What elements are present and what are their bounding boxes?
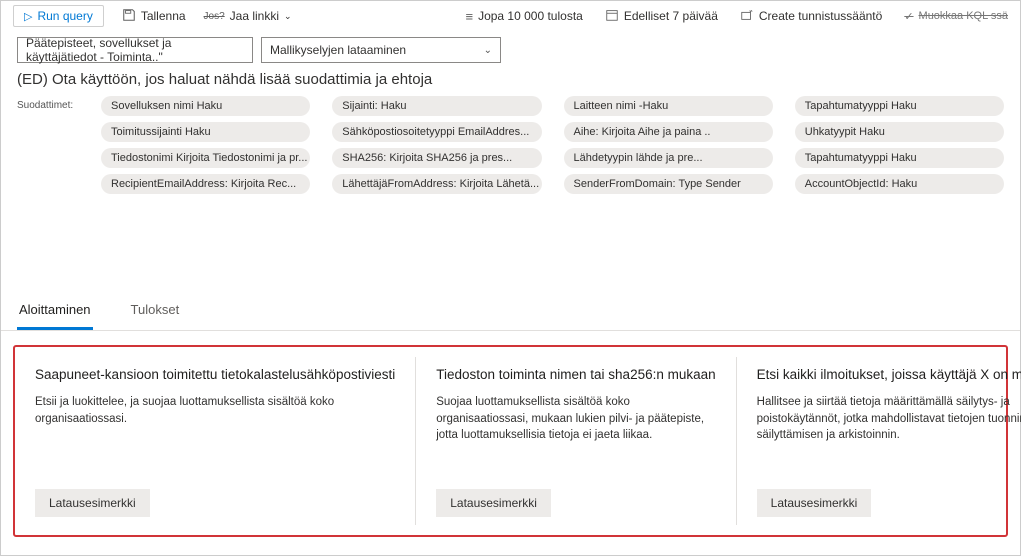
check-icon: ✓ [904,10,913,23]
filter-pill[interactable]: SHA256: Kirjoita SHA256 ja pres... [332,148,541,168]
load-sample-button[interactable]: Latausesimerkki [757,489,872,517]
subtitle-text: (ED) Ota käyttöön, jos haluat nähdä lisä… [1,67,1020,94]
tabs-bar: Aloittaminen Tulokset [1,292,1020,331]
template-select[interactable]: Mallikyselyjen lataaminen ⌄ [261,37,501,63]
filter-pill[interactable]: Sovelluksen nimi Haku [101,96,310,116]
filter-pill[interactable]: Tiedostonimi Kirjoita Tiedostonimi ja pr… [101,148,310,168]
load-sample-button[interactable]: Latausesimerkki [436,489,551,517]
run-query-button[interactable]: ▷ Run query [13,5,104,27]
filter-pill[interactable]: Aihe: Kirjoita Aihe ja paina .. [564,122,773,142]
filter-pill[interactable]: Tapahtumatyyppi Haku [795,148,1004,168]
load-sample-button[interactable]: Latausesimerkki [35,489,150,517]
create-rule-label: Create tunnistussääntö [759,9,882,23]
save-button[interactable]: Tallenna [122,8,186,25]
list-icon: ≡ [465,9,473,24]
sample-card: Etsi kaikki ilmoitukset, joissa käyttäjä… [737,357,1021,525]
card-desc: Etsii ja luokittelee, ja suojaa luottamu… [35,394,395,452]
filters-grid: Suodattimet: Sovelluksen nimi Haku Sijai… [1,94,1020,202]
card-title: Saapuneet-kansioon toimitettu tietokalas… [35,367,395,382]
tab-label: Aloittaminen [19,302,91,317]
share-q-label: Jos? [204,11,225,22]
save-icon [122,8,136,25]
card-desc: Suojaa luottamuksellista sisältöä koko o… [436,394,715,452]
results-count[interactable]: ≡ Jopa 10 000 tulosta [465,9,582,24]
filter-pill[interactable]: LähettäjäFromAddress: Kirjoita Lähetä... [332,174,541,194]
play-icon: ▷ [24,10,32,23]
chevron-down-icon: ⌄ [484,45,492,56]
save-label: Tallenna [141,9,186,23]
tab-label: Tulokset [131,302,180,317]
filters-label: Suodattimet: [17,96,79,111]
card-title: Tiedoston toiminta nimen tai sha256:n mu… [436,367,715,382]
cards-highlight-frame: Saapuneet-kansioon toimitettu tietokalas… [13,345,1008,537]
selectors-row: Päätepisteet, sovellukset ja käyttäjätie… [1,31,1020,67]
card-title: Etsi kaikki ilmoitukset, joissa käyttäjä… [757,367,1021,382]
filter-pill[interactable]: AccountObjectId: Haku [795,174,1004,194]
time-range-label: Edelliset 7 päivää [624,9,718,23]
run-query-label: Run query [37,9,92,23]
filter-pill[interactable]: RecipientEmailAddress: Kirjoita Rec... [101,174,310,194]
scope-select-value: Päätepisteet, sovellukset ja käyttäjätie… [26,36,244,64]
calendar-icon [605,8,619,25]
sample-card: Saapuneet-kansioon toimitettu tietokalas… [15,357,416,525]
edit-kql-button[interactable]: ✓ Muokkaa KQL ssä [904,10,1008,23]
filter-pill[interactable]: SenderFromDomain: Type Sender [564,174,773,194]
filter-pill[interactable]: Laitteen nimi -Haku [564,96,773,116]
filter-pill[interactable]: Sijainti: Haku [332,96,541,116]
filter-pill[interactable]: Uhkatyypit Haku [795,122,1004,142]
chevron-down-icon: ⌄ [284,11,292,22]
filter-pill[interactable]: Tapahtumatyyppi Haku [795,96,1004,116]
time-range-button[interactable]: Edelliset 7 päivää [605,8,718,25]
filter-pill[interactable]: Toimitussijainti Haku [101,122,310,142]
filter-pill[interactable]: Lähdetyypin lähde ja pre... [564,148,773,168]
share-link-button[interactable]: Jos? Jaa linkki ⌄ [204,9,292,23]
edit-kql-label: Muokkaa KQL ssä [919,10,1008,22]
share-label: Jaa linkki [230,9,279,23]
top-toolbar: ▷ Run query Tallenna Jos? Jaa linkki ⌄ ≡… [1,1,1020,31]
filter-pill[interactable]: Sähköpostiosoitetyyppi EmailAddres... [332,122,541,142]
results-count-label: Jopa 10 000 tulosta [478,9,583,23]
card-desc: Hallitsee ja siirtää tietoja määrittämäl… [757,394,1021,452]
template-select-value: Mallikyselyjen lataaminen [270,43,406,57]
sample-card: Tiedoston toiminta nimen tai sha256:n mu… [416,357,736,525]
scope-select[interactable]: Päätepisteet, sovellukset ja käyttäjätie… [17,37,253,63]
tab-getting-started[interactable]: Aloittaminen [17,292,93,330]
sparkle-icon [740,8,754,25]
create-rule-button[interactable]: Create tunnistussääntö [740,8,882,25]
tab-results[interactable]: Tulokset [129,292,182,330]
